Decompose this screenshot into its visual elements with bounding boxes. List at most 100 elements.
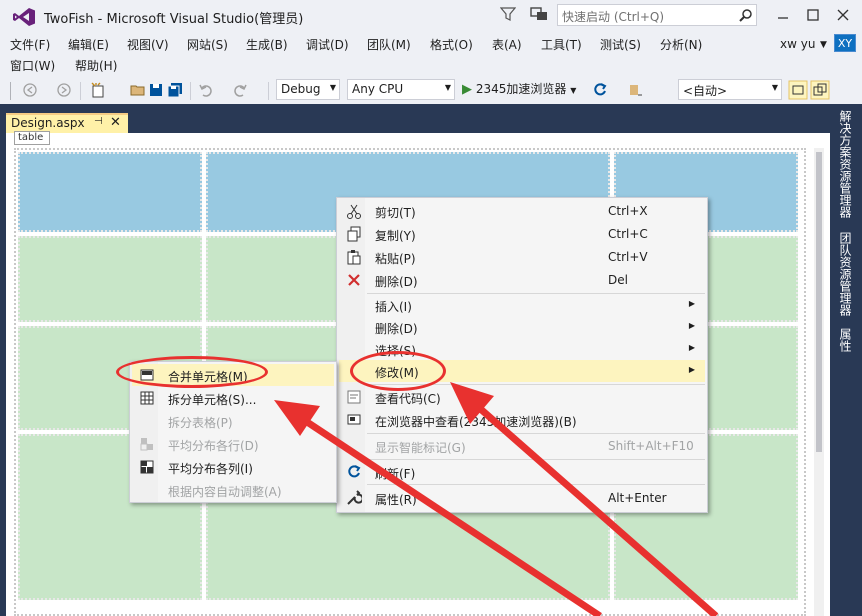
- undo-icon[interactable]: [198, 82, 214, 98]
- pin-icon[interactable]: [628, 82, 644, 98]
- back-icon[interactable]: [22, 82, 38, 98]
- target-schema-value: <自动>: [683, 84, 728, 98]
- visual-studio-logo-icon: [13, 8, 35, 26]
- scrollbar-thumb[interactable]: [816, 152, 822, 452]
- menu-item-shortcut: Ctrl+V: [608, 250, 648, 264]
- menu-item-label: 平均分布各行(D): [168, 439, 259, 453]
- code-icon: [347, 390, 361, 404]
- open-folder-icon[interactable]: [130, 82, 146, 98]
- tab-solution-explorer[interactable]: 解决方案资源管理器: [834, 110, 854, 218]
- menu-tools[interactable]: 工具(T): [541, 36, 582, 53]
- menu-item-label: 查看代码(C): [375, 392, 441, 406]
- menu-item-refresh[interactable]: 刷新(F): [339, 461, 705, 483]
- maximize-icon[interactable]: [806, 8, 820, 22]
- feedback-icon[interactable]: [530, 6, 548, 22]
- save-all-icon[interactable]: [167, 82, 183, 98]
- menu-item-label: 粘贴(P): [375, 252, 416, 266]
- menu-item-insert[interactable]: 插入(I) ▶: [339, 294, 705, 316]
- menu-edit[interactable]: 编辑(E): [68, 36, 109, 53]
- menu-window[interactable]: 窗口(W): [10, 57, 55, 74]
- element-tag-label[interactable]: table: [14, 131, 50, 145]
- menu-analyze[interactable]: 分析(N): [660, 36, 702, 53]
- menu-view[interactable]: 视图(V): [127, 36, 169, 53]
- toolbar-separator: [80, 82, 81, 100]
- menu-file[interactable]: 文件(F): [10, 36, 50, 53]
- menu-debug[interactable]: 调试(D): [306, 36, 349, 53]
- menu-item-shortcut: Del: [608, 273, 628, 287]
- menu-item-label: 刷新(F): [375, 467, 416, 481]
- menu-item-label: 插入(I): [375, 300, 412, 314]
- start-debugging-button[interactable]: ▶ 2345加速浏览器 ▼: [462, 80, 576, 97]
- menu-test[interactable]: 测试(S): [600, 36, 641, 53]
- menu-item-label: 属性(R): [375, 493, 417, 507]
- menu-item-label: 复制(Y): [375, 229, 416, 243]
- table-cell[interactable]: [18, 236, 202, 322]
- menu-website[interactable]: 网站(S): [187, 36, 228, 53]
- filter-icon[interactable]: [500, 6, 516, 22]
- table-cell[interactable]: [18, 152, 202, 232]
- new-project-icon[interactable]: [90, 82, 106, 98]
- delete-x-icon: [348, 274, 360, 286]
- scissors-icon: [347, 204, 361, 219]
- menu-item-copy[interactable]: 复制(Y) Ctrl+C: [339, 223, 705, 245]
- avatar[interactable]: XY: [834, 34, 856, 52]
- menu-item-paste[interactable]: 粘贴(P) Ctrl+V: [339, 246, 705, 268]
- minimize-icon[interactable]: [776, 8, 790, 22]
- menu-build[interactable]: 生成(B): [246, 36, 288, 53]
- menu-item-cut[interactable]: 剪切(T) Ctrl+X: [339, 200, 705, 222]
- forward-icon[interactable]: [56, 82, 72, 98]
- menu-item-delete-submenu[interactable]: 删除(D) ▶: [339, 316, 705, 338]
- menu-table[interactable]: 表(A): [492, 36, 522, 53]
- menu-item-distribute-columns[interactable]: 平均分布各列(I): [132, 456, 334, 478]
- toolbar-separator: [190, 82, 191, 100]
- close-tab-icon[interactable]: ✕: [110, 115, 121, 130]
- split-view-icon[interactable]: [810, 80, 830, 100]
- menu-item-shortcut: Shift+Alt+F10: [608, 439, 694, 453]
- refresh-icon: [348, 465, 361, 478]
- quick-launch-placeholder: 快速启动 (Ctrl+Q): [562, 10, 665, 24]
- save-icon[interactable]: [148, 82, 164, 98]
- tab-properties[interactable]: 属性: [834, 328, 854, 352]
- menu-item-view-in-browser[interactable]: 在浏览器中查看(2345加速浏览器)(B): [339, 409, 705, 431]
- solution-configuration-select[interactable]: Debug ▼: [276, 79, 340, 100]
- menu-item-split-cells[interactable]: 拆分单元格(S)...: [132, 387, 334, 409]
- menu-format[interactable]: 格式(O): [430, 36, 473, 53]
- menu-item-delete[interactable]: 删除(D) Del: [339, 269, 705, 291]
- distribute-rows-icon: [140, 438, 153, 451]
- menu-item-label: 剪切(T): [375, 206, 416, 220]
- chevron-down-icon: ▼: [771, 83, 778, 92]
- menu-item-properties[interactable]: 属性(R) Alt+Enter: [339, 487, 705, 509]
- wrench-icon: [347, 490, 362, 505]
- menu-item-shortcut: Ctrl+X: [608, 204, 648, 218]
- distribute-cols-icon: [140, 460, 154, 474]
- menu-item-label: 根据内容自动调整(A): [168, 485, 282, 499]
- menu-item-label: 拆分表格(P): [168, 416, 233, 430]
- user-name[interactable]: xw yu: [780, 37, 815, 51]
- standard-toolbar: Debug ▼ Any CPU ▼ <自动> ▼: [0, 76, 862, 104]
- refresh-browser-icon[interactable]: [592, 82, 608, 98]
- platform-value: Any CPU: [352, 82, 404, 96]
- play-icon: ▶: [462, 82, 472, 97]
- quick-launch-input[interactable]: 快速启动 (Ctrl+Q): [557, 4, 757, 26]
- close-icon[interactable]: [836, 8, 850, 22]
- chevron-down-icon[interactable]: ▼: [820, 40, 827, 50]
- menu-item-label: 删除(D): [375, 322, 418, 336]
- menu-item-label: 平均分布各列(I): [168, 462, 253, 476]
- pin-tab-icon[interactable]: ⊣: [94, 116, 103, 127]
- target-schema-select[interactable]: <自动> ▼: [678, 79, 782, 100]
- chevron-down-icon: ▼: [570, 86, 577, 95]
- design-view-icon[interactable]: [788, 80, 808, 100]
- tab-team-explorer[interactable]: 团队资源管理器: [834, 232, 854, 316]
- tab-design-aspx[interactable]: Design.aspx ⊣ ✕: [6, 113, 128, 133]
- menu-help[interactable]: 帮助(H): [75, 57, 117, 74]
- window-title: TwoFish - Microsoft Visual Studio(管理员): [44, 12, 304, 27]
- redo-icon[interactable]: [232, 82, 248, 98]
- browser-icon: [347, 414, 361, 425]
- search-icon[interactable]: [739, 8, 753, 22]
- annotation-ellipse-merge-cells: [116, 356, 268, 388]
- menu-separator: [367, 484, 705, 485]
- solution-platform-select[interactable]: Any CPU ▼: [347, 79, 455, 100]
- submenu-arrow-icon: ▶: [688, 299, 695, 308]
- configuration-value: Debug: [281, 82, 321, 96]
- menu-team[interactable]: 团队(M): [367, 36, 411, 53]
